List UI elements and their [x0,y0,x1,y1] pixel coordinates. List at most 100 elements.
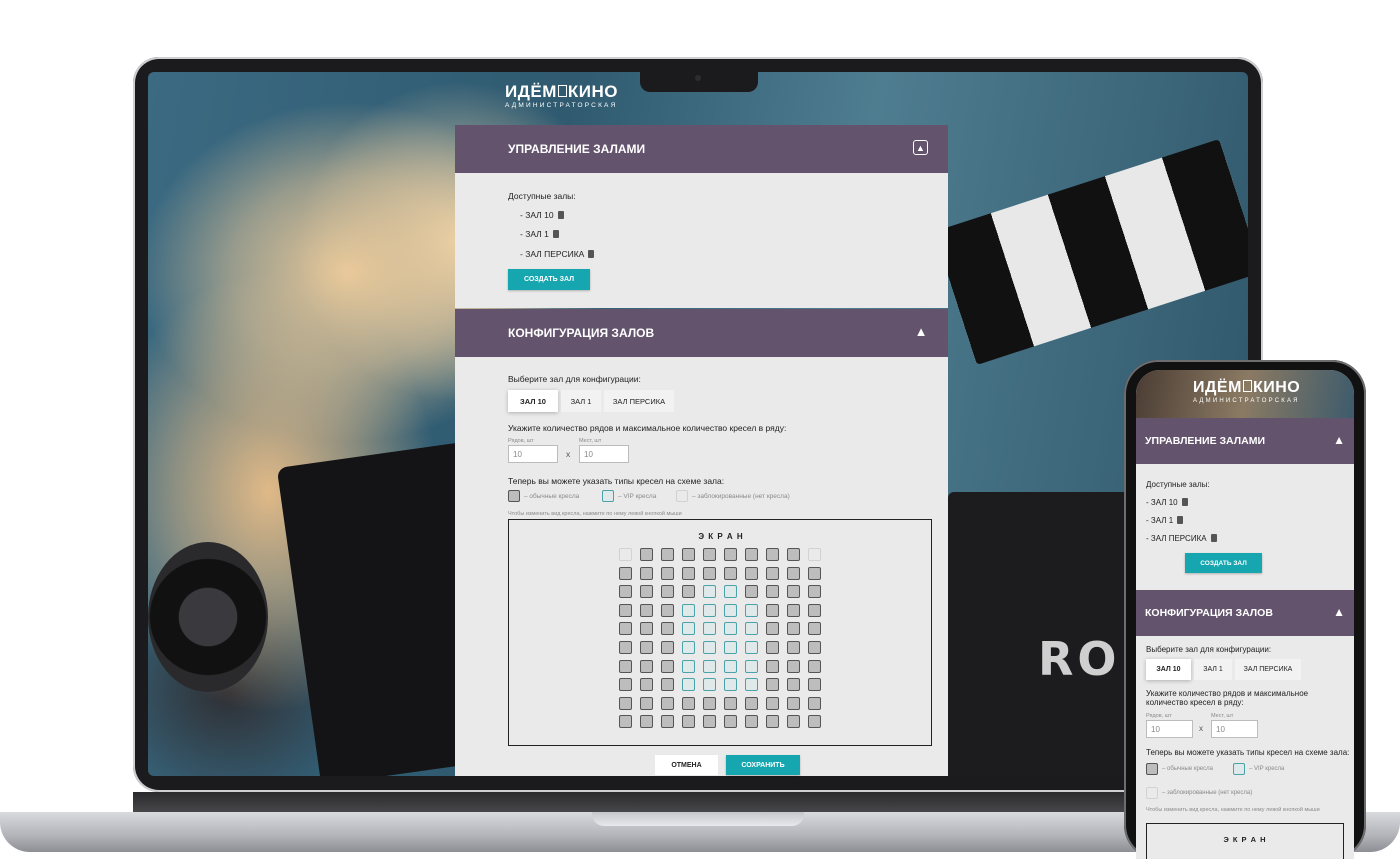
vip-seat[interactable] [682,622,695,636]
vip-seat[interactable] [682,603,695,617]
regular-seat[interactable] [808,566,821,580]
regular-seat[interactable] [640,659,653,673]
regular-seat[interactable] [787,641,800,654]
regular-seat[interactable] [619,603,632,617]
regular-seat[interactable] [766,585,779,599]
vip-seat[interactable] [682,678,695,692]
vip-seat[interactable] [682,659,695,673]
regular-seat[interactable] [619,696,632,710]
regular-seat[interactable] [808,715,821,729]
regular-seat[interactable] [766,659,779,673]
regular-seat[interactable] [787,715,800,729]
vip-seat[interactable] [745,603,758,617]
regular-seat[interactable] [787,548,800,561]
regular-seat[interactable] [661,641,674,654]
vip-seat[interactable] [724,659,737,673]
regular-seat[interactable] [724,696,737,710]
regular-seat[interactable] [766,622,779,636]
regular-seat[interactable] [787,696,800,710]
regular-seat[interactable] [640,622,653,636]
vip-seat[interactable] [703,678,716,692]
chevron-up-icon[interactable]: ▲ [1333,433,1345,447]
regular-seat[interactable] [640,715,653,729]
regular-seat[interactable] [703,566,716,580]
vip-seat[interactable] [682,641,695,654]
regular-seat[interactable] [682,585,695,599]
regular-seat[interactable] [619,715,632,729]
regular-seat[interactable] [766,566,779,580]
regular-seat[interactable] [766,641,779,654]
create-hall-button[interactable]: СОЗДАТЬ ЗАЛ [508,269,590,290]
regular-seat[interactable] [766,678,779,692]
regular-seat[interactable] [724,715,737,729]
regular-seat[interactable] [787,585,800,599]
rows-input[interactable]: 10 [508,445,558,463]
regular-seat[interactable] [619,585,632,599]
phone-tab-hall-persika[interactable]: ЗАЛ ПЕРСИКА [1235,659,1301,680]
regular-seat[interactable] [682,715,695,729]
vip-seat[interactable] [724,622,737,636]
config-panel-header[interactable]: Конфигурация залов ▲ [455,309,948,357]
regular-seat[interactable] [640,641,653,654]
regular-seat[interactable] [745,696,758,710]
phone-config-header[interactable]: Конфигурация залов ▲ [1136,590,1354,636]
regular-seat[interactable] [787,659,800,673]
regular-seat[interactable] [766,715,779,729]
regular-seat[interactable] [661,622,674,636]
regular-seat[interactable] [640,696,653,710]
regular-seat[interactable] [808,585,821,599]
regular-seat[interactable] [661,585,674,599]
vip-seat[interactable] [703,622,716,636]
regular-seat[interactable] [682,566,695,580]
regular-seat[interactable] [745,715,758,729]
regular-seat[interactable] [703,715,716,729]
vip-seat[interactable] [703,585,716,599]
regular-seat[interactable] [808,659,821,673]
vip-seat[interactable] [745,678,758,692]
vip-seat[interactable] [745,641,758,654]
regular-seat[interactable] [745,548,758,561]
regular-seat[interactable] [661,659,674,673]
seats-input[interactable]: 10 [579,445,629,463]
regular-seat[interactable] [640,566,653,580]
blocked-seat[interactable] [808,548,821,561]
phone-rows-input[interactable]: 10 [1146,720,1193,738]
regular-seat[interactable] [787,622,800,636]
trash-icon[interactable] [588,250,595,258]
tab-hall-1[interactable]: ЗАЛ 1 [561,390,601,412]
regular-seat[interactable] [661,696,674,710]
regular-seat[interactable] [661,566,674,580]
regular-seat[interactable] [619,641,632,654]
regular-seat[interactable] [787,603,800,617]
regular-seat[interactable] [619,622,632,636]
halls-panel-header[interactable]: Управление залами ▲ [455,125,948,173]
regular-seat[interactable] [808,678,821,692]
regular-seat[interactable] [724,548,737,561]
regular-seat[interactable] [808,641,821,654]
regular-seat[interactable] [766,548,779,561]
regular-seat[interactable] [619,678,632,692]
regular-seat[interactable] [640,678,653,692]
regular-seat[interactable] [661,715,674,729]
trash-icon[interactable] [1181,498,1188,506]
regular-seat[interactable] [661,603,674,617]
regular-seat[interactable] [808,696,821,710]
regular-seat[interactable] [661,678,674,692]
regular-seat[interactable] [745,585,758,599]
vip-seat[interactable] [724,641,737,654]
collapse-icon[interactable]: ▲ [913,140,928,155]
regular-seat[interactable] [808,603,821,617]
trash-icon[interactable] [552,230,559,238]
trash-icon[interactable] [557,211,564,219]
regular-seat[interactable] [682,696,695,710]
vip-seat[interactable] [703,659,716,673]
regular-seat[interactable] [640,585,653,599]
regular-seat[interactable] [619,659,632,673]
chevron-up-icon[interactable]: ▲ [1333,605,1345,619]
save-button[interactable]: СОХРАНИТЬ [726,755,800,775]
cancel-button[interactable]: ОТМЕНА [655,755,718,775]
regular-seat[interactable] [619,566,632,580]
vip-seat[interactable] [745,659,758,673]
trash-icon[interactable] [1177,516,1184,524]
regular-seat[interactable] [640,603,653,617]
